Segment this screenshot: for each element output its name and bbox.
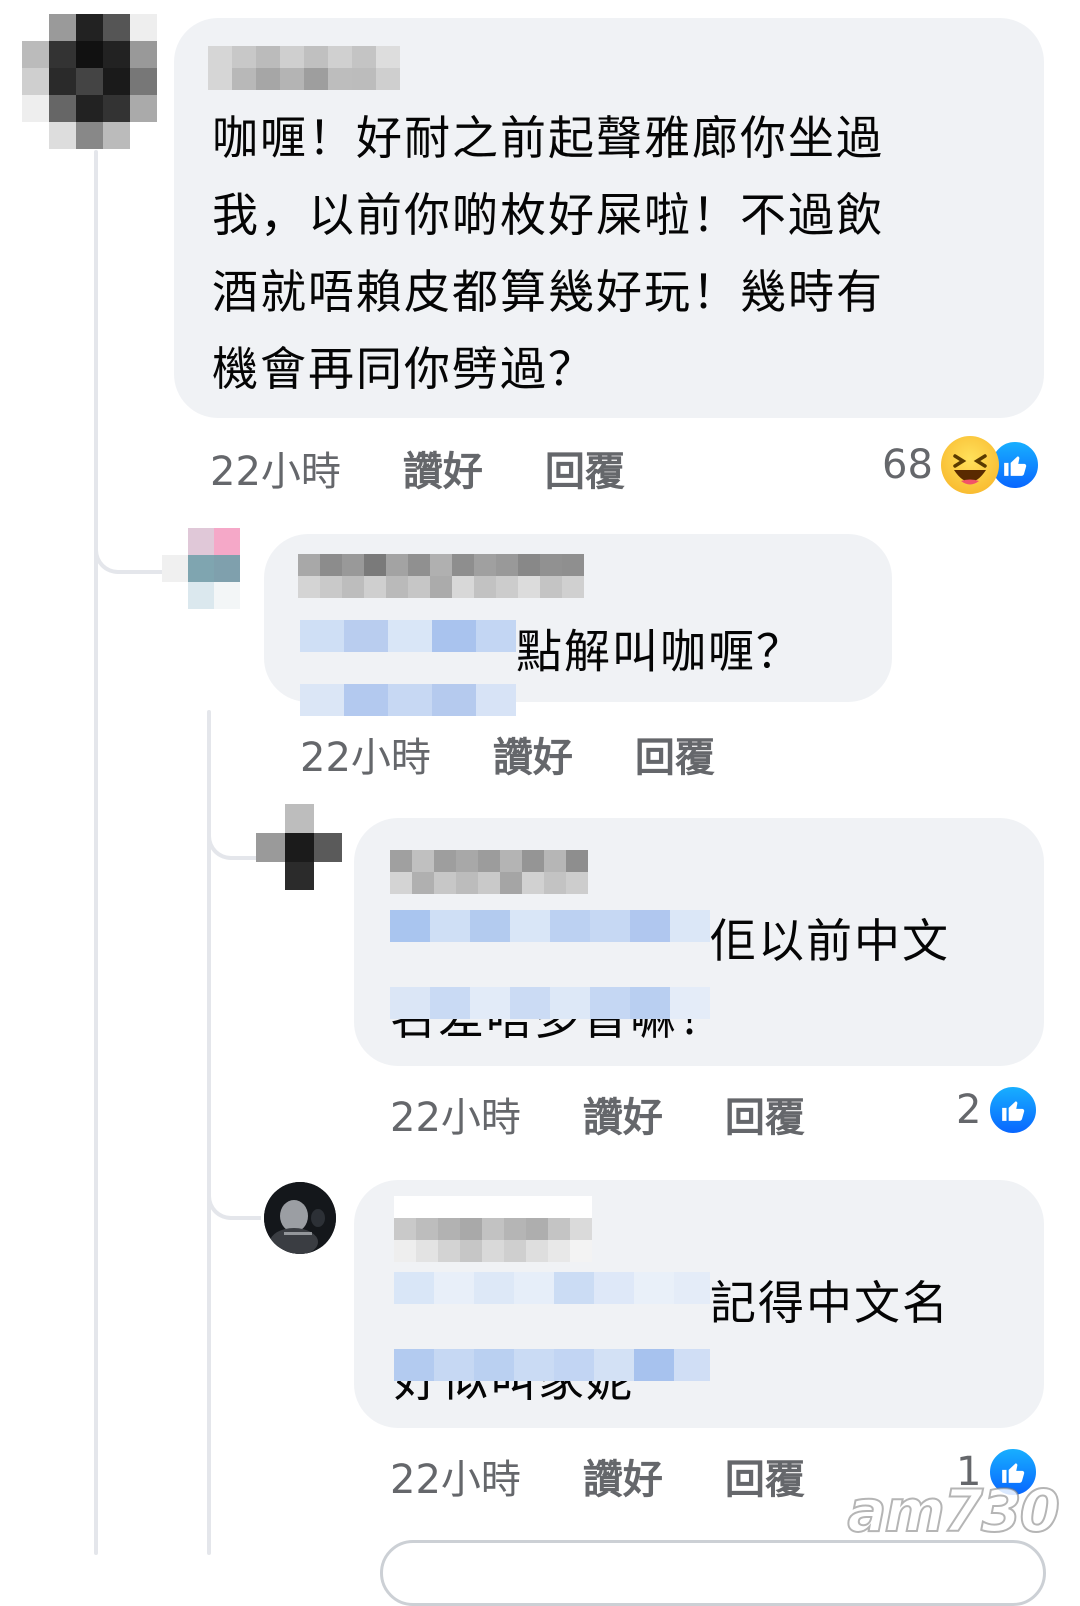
avatar[interactable] xyxy=(256,804,342,890)
avatar[interactable] xyxy=(162,528,244,610)
thread-branch-2 xyxy=(207,800,261,860)
timestamp[interactable]: 22小時 xyxy=(390,1447,521,1505)
comment-text-line: 佢以前中文 xyxy=(710,914,950,968)
reply-button[interactable]: 回覆 xyxy=(725,1085,805,1143)
reply-button[interactable]: 回覆 xyxy=(635,725,715,783)
like-button[interactable]: 讚好 xyxy=(583,1085,663,1143)
comment-bubble: 記得中文名 好似叫家妮 xyxy=(354,1180,1044,1428)
commenter-name-blurred[interactable] xyxy=(394,1196,592,1262)
reaction-count: 68 xyxy=(882,442,933,488)
reaction-count: 2 xyxy=(956,1087,982,1133)
like-button[interactable]: 讚好 xyxy=(403,439,483,497)
comment-text: 記得中文名 好似叫家妮 xyxy=(394,1262,950,1419)
reply-button[interactable]: 回覆 xyxy=(725,1447,805,1505)
comment-bubble: 佢以前中文 名差唔多音嘛！ xyxy=(354,818,1044,1066)
comment-actions: 22小時 讚好 回覆 xyxy=(300,724,715,784)
pixelated-avatar xyxy=(162,528,240,609)
avatar-photo xyxy=(264,1182,336,1254)
mention-tag-blurred[interactable] xyxy=(390,909,710,1019)
comment-text-line: 記得中文名 xyxy=(710,1276,950,1330)
comment-text: 點解叫咖喱？ xyxy=(300,616,804,716)
mention-tag-blurred[interactable] xyxy=(394,1271,710,1381)
reply-button[interactable]: 回覆 xyxy=(545,439,625,497)
comment-bubble: 咖喱！好耐之前起聲雅廊你坐過 我，以前你啲枚好屎啦！不過飲 酒就唔賴皮都算幾好玩… xyxy=(174,18,1044,418)
comment-actions: 22小時 讚好 回覆 xyxy=(390,1084,805,1144)
commenter-name-blurred[interactable] xyxy=(208,46,400,90)
timestamp[interactable]: 22小時 xyxy=(300,725,431,783)
comment-text: 佢以前中文 名差唔多音嘛！ xyxy=(390,900,950,1057)
commenter-name-blurred[interactable] xyxy=(390,850,588,894)
comment-bubble: 點解叫咖喱？ xyxy=(264,534,892,716)
comment-text-content: 點解叫咖喱？ xyxy=(516,624,804,679)
reaction-summary[interactable]: 68 xyxy=(882,436,1041,494)
pixelated-avatar xyxy=(22,14,157,149)
thread-branch-3 xyxy=(207,1160,261,1220)
like-icon xyxy=(987,1084,1040,1136)
pixelated-avatar xyxy=(256,804,342,890)
reaction-summary[interactable]: 2 xyxy=(956,1084,1040,1136)
avatar[interactable] xyxy=(22,14,158,150)
comment-text: 咖喱！好耐之前起聲雅廊你坐過 我，以前你啲枚好屎啦！不過飲 酒就唔賴皮都算幾好玩… xyxy=(212,111,884,396)
mention-tag-blurred[interactable] xyxy=(300,619,516,716)
timestamp[interactable]: 22小時 xyxy=(390,1085,521,1143)
like-button[interactable]: 讚好 xyxy=(493,725,573,783)
thread-line-main xyxy=(94,150,98,1555)
comment-actions: 22小時 讚好 回覆 xyxy=(210,438,625,498)
like-button[interactable]: 讚好 xyxy=(583,1447,663,1505)
timestamp[interactable]: 22小時 xyxy=(210,439,341,497)
commenter-name-blurred[interactable] xyxy=(298,554,584,598)
avatar[interactable] xyxy=(264,1182,336,1254)
reply-input[interactable] xyxy=(380,1540,1046,1606)
watermark-logo: am730 xyxy=(846,1476,1061,1546)
thread-branch-1 xyxy=(94,500,168,574)
haha-icon xyxy=(940,436,999,494)
comment-actions: 22小時 讚好 回覆 xyxy=(390,1446,805,1506)
